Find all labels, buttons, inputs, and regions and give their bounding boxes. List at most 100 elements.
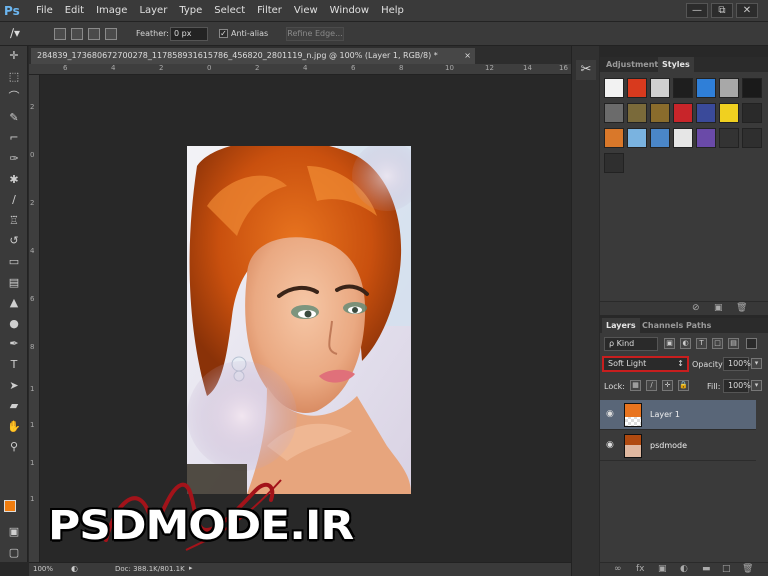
style-swatch[interactable] — [719, 128, 739, 148]
subtract-selection-icon[interactable] — [88, 28, 100, 40]
style-swatch[interactable] — [742, 103, 762, 123]
layer-style-fx-icon[interactable]: fx — [636, 564, 645, 574]
fill-input[interactable]: 100% — [723, 379, 751, 393]
menu-help[interactable]: Help — [375, 0, 410, 22]
opacity-input[interactable]: 100% — [723, 357, 751, 371]
refine-edge-button[interactable]: Refine Edge... — [286, 27, 344, 41]
style-swatch[interactable] — [673, 103, 693, 123]
close-button[interactable]: ✕ — [736, 3, 758, 18]
tab-channels[interactable]: Channels — [638, 318, 687, 333]
antialias-checkbox[interactable]: ✓ — [219, 29, 228, 38]
layer-name[interactable]: psdmode — [650, 441, 687, 450]
style-swatch[interactable] — [696, 103, 716, 123]
restore-button[interactable]: ⧉ — [711, 3, 733, 18]
gradient-tool-icon[interactable]: ▤ — [0, 273, 28, 294]
style-swatch[interactable] — [650, 128, 670, 148]
status-menu-arrow-icon[interactable]: ▸ — [189, 564, 193, 572]
brush-tool-preset-icon[interactable]: ∕▾ — [10, 26, 32, 42]
menu-type[interactable]: Type — [173, 0, 208, 22]
marquee-tool-icon[interactable]: ⬚ — [0, 67, 28, 88]
path-selection-tool-icon[interactable]: ➤ — [0, 376, 28, 397]
lock-all-icon[interactable]: 🔒 — [678, 380, 689, 391]
clear-style-icon[interactable]: ⊘ — [692, 303, 700, 313]
filter-smart-object-icon[interactable]: ▤ — [728, 338, 739, 349]
opacity-slider-arrow-icon[interactable]: ▾ — [751, 358, 762, 369]
style-swatch[interactable] — [627, 78, 647, 98]
style-swatch[interactable] — [650, 103, 670, 123]
style-swatch[interactable] — [627, 128, 647, 148]
menu-layer[interactable]: Layer — [133, 0, 173, 22]
visibility-eye-icon[interactable]: ◉ — [606, 409, 616, 419]
layer-row[interactable]: ◉ Layer 1 — [600, 400, 756, 430]
document-image[interactable] — [187, 146, 411, 494]
style-swatch[interactable] — [650, 78, 670, 98]
style-swatch[interactable] — [604, 128, 624, 148]
style-swatch[interactable] — [627, 103, 647, 123]
style-swatch[interactable] — [742, 78, 762, 98]
lock-transparent-icon[interactable]: ▦ — [630, 380, 641, 391]
type-tool-icon[interactable]: T — [0, 355, 28, 376]
style-swatch[interactable] — [673, 78, 693, 98]
fill-slider-arrow-icon[interactable]: ▾ — [751, 380, 762, 391]
lasso-tool-icon[interactable]: ⌒ — [0, 87, 28, 108]
close-tab-icon[interactable]: × — [464, 48, 471, 64]
hand-tool-icon[interactable]: ✋ — [0, 417, 28, 438]
tools-panel-icon[interactable]: ✂ — [576, 60, 596, 80]
new-selection-icon[interactable] — [54, 28, 66, 40]
menu-edit[interactable]: Edit — [59, 0, 90, 22]
delete-layer-icon[interactable]: 🗑 — [742, 564, 753, 574]
intersect-selection-icon[interactable] — [105, 28, 117, 40]
style-swatch[interactable] — [719, 78, 739, 98]
quick-select-tool-icon[interactable]: ✎ — [0, 108, 28, 129]
eraser-tool-icon[interactable]: ▭ — [0, 252, 28, 273]
style-swatch[interactable] — [696, 78, 716, 98]
new-layer-icon[interactable]: □ — [722, 564, 731, 574]
style-swatch[interactable] — [604, 153, 624, 173]
move-tool-icon[interactable]: ✛ — [0, 46, 28, 67]
style-swatch[interactable] — [604, 78, 624, 98]
screen-mode-icon[interactable]: ▢ — [0, 543, 28, 564]
zoom-tool-icon[interactable]: ⚲ — [0, 437, 28, 458]
filter-type-icon[interactable]: T — [696, 338, 707, 349]
new-style-icon[interactable]: ▣ — [714, 303, 723, 313]
layer-kind-filter[interactable]: ρ Kind — [604, 337, 658, 351]
blend-mode-select[interactable]: Soft Light ↕ — [602, 356, 689, 372]
layer-name[interactable]: Layer 1 — [650, 410, 680, 419]
zoom-level[interactable]: 100% — [33, 565, 53, 573]
eyedropper-tool-icon[interactable]: ✑ — [0, 149, 28, 170]
delete-style-icon[interactable]: 🗑 — [736, 303, 747, 313]
add-selection-icon[interactable] — [71, 28, 83, 40]
filter-pixel-icon[interactable]: ▣ — [664, 338, 675, 349]
shape-tool-icon[interactable]: ▰ — [0, 396, 28, 417]
clone-stamp-tool-icon[interactable]: ♖ — [0, 211, 28, 232]
layer-row[interactable]: ◉ psdmode — [600, 431, 756, 461]
foreground-color-swatch[interactable] — [4, 500, 16, 512]
style-swatch[interactable] — [673, 128, 693, 148]
blur-tool-icon[interactable]: ▲ — [0, 293, 28, 314]
feather-input[interactable]: 0 px — [170, 27, 208, 41]
style-swatch[interactable] — [696, 128, 716, 148]
status-icon[interactable]: ◐ — [71, 564, 78, 573]
document-tab[interactable]: 284839_173680672700278_117858931615786_4… — [31, 48, 475, 64]
minimize-button[interactable]: — — [686, 3, 708, 18]
lock-position-icon[interactable]: ✛ — [662, 380, 673, 391]
link-layers-icon[interactable]: ∞ — [614, 564, 622, 574]
filter-toggle[interactable] — [746, 338, 757, 349]
menu-view[interactable]: View — [288, 0, 324, 22]
tab-adjustments[interactable]: Adjustment — [602, 57, 662, 72]
filter-adjustment-icon[interactable]: ◐ — [680, 338, 691, 349]
visibility-eye-icon[interactable]: ◉ — [606, 440, 616, 450]
tab-styles[interactable]: Styles — [658, 57, 694, 72]
add-mask-icon[interactable]: ▣ — [658, 564, 667, 574]
healing-brush-tool-icon[interactable]: ✱ — [0, 170, 28, 191]
quick-mask-icon[interactable]: ▣ — [0, 522, 28, 543]
pen-tool-icon[interactable]: ✒ — [0, 334, 28, 355]
dodge-tool-icon[interactable]: ● — [0, 314, 28, 335]
menu-window[interactable]: Window — [324, 0, 375, 22]
menu-file[interactable]: File — [30, 0, 59, 22]
filter-shape-icon[interactable]: □ — [712, 338, 723, 349]
menu-select[interactable]: Select — [208, 0, 251, 22]
tab-paths[interactable]: Paths — [682, 318, 715, 333]
tab-layers[interactable]: Layers — [602, 318, 640, 333]
brush-tool-icon[interactable]: ∕ — [0, 190, 28, 211]
